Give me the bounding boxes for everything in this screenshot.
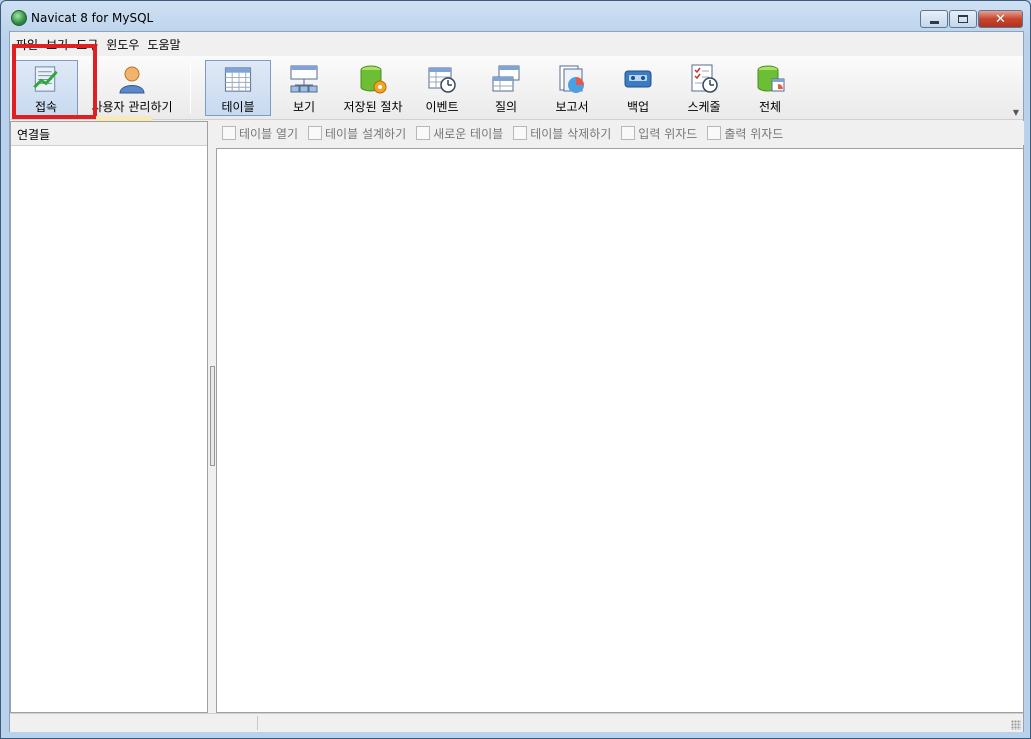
all-icon <box>757 65 785 92</box>
query-icon <box>492 65 520 92</box>
close-button[interactable]: ✕ <box>978 10 1023 28</box>
schedule-icon <box>691 64 718 93</box>
delete-table-button[interactable]: 테이블 삭제하기 <box>513 125 611 142</box>
view-label: 보기 <box>292 100 316 114</box>
user-manager-button[interactable]: 사용자 관리하기 <box>82 60 182 116</box>
highlight-annotation <box>12 44 97 119</box>
minimize-button[interactable] <box>920 10 948 28</box>
table-label: 테이블 <box>221 100 255 114</box>
schedule-label: 스케줄 <box>687 100 721 114</box>
export-wizard-button[interactable]: 출력 위자드 <box>707 125 783 142</box>
menu-bar: 파일 보기 도구 윈도우 도움말 <box>10 32 1023 56</box>
object-list-area[interactable] <box>216 148 1024 713</box>
user-icon <box>119 66 145 94</box>
report-button[interactable]: 보고서 <box>540 60 604 116</box>
view-icon <box>290 65 318 93</box>
object-toolbar: 테이블 열기 테이블 설계하기 새로운 테이블 테이블 삭제하기 입력 위자드 … <box>216 121 1024 145</box>
backup-icon <box>624 70 652 88</box>
splitter-grip[interactable] <box>210 366 215 466</box>
import-wizard-button[interactable]: 입력 위자드 <box>621 125 697 142</box>
import-wizard-label: 입력 위자드 <box>638 126 698 141</box>
title-bar[interactable]: Navicat 8 for MySQL ✕ <box>1 1 1030 31</box>
open-table-label: 테이블 열기 <box>239 126 299 141</box>
view-button[interactable]: 보기 <box>274 60 334 116</box>
maximize-button[interactable] <box>949 10 977 28</box>
minimize-icon <box>929 20 939 24</box>
main-toolbar: 접속 사용자 관리하기 테이블 보기 저장된 절차 이벤트 질의 보고서 백업 … <box>10 56 1023 120</box>
query-button[interactable]: 질의 <box>476 60 536 116</box>
event-label: 이벤트 <box>425 100 459 114</box>
status-cell <box>10 716 258 730</box>
maximize-icon <box>958 15 968 23</box>
connections-header: 연결들 <box>11 122 207 146</box>
panel-splitter[interactable] <box>209 121 216 713</box>
app-window: Navicat 8 for MySQL ✕ 파일 보기 도구 윈도우 도움말 접… <box>0 0 1031 739</box>
report-icon <box>559 65 584 93</box>
menu-help[interactable]: 도움말 <box>143 36 184 53</box>
menu-window[interactable]: 윈도우 <box>102 36 143 53</box>
all-button[interactable]: 전체 <box>740 60 800 116</box>
design-table-icon <box>308 126 323 140</box>
status-bar <box>10 713 1023 732</box>
stored-procedure-button[interactable]: 저장된 절차 <box>338 60 408 116</box>
client-area: 파일 보기 도구 윈도우 도움말 접속 사용자 관리하기 테이블 보기 저장된 … <box>9 31 1024 732</box>
schedule-button[interactable]: 스케줄 <box>672 60 736 116</box>
design-table-button[interactable]: 테이블 설계하기 <box>308 125 406 142</box>
toolbar-overflow-icon[interactable]: ▼ <box>1013 108 1019 117</box>
new-table-label: 새로운 테이블 <box>433 126 504 141</box>
event-icon <box>428 67 456 93</box>
design-table-label: 테이블 설계하기 <box>325 126 407 141</box>
close-icon: ✕ <box>995 11 1006 27</box>
open-table-button[interactable]: 테이블 열기 <box>222 125 298 142</box>
open-table-icon <box>222 126 236 140</box>
stored-procedure-label: 저장된 절차 <box>343 100 403 114</box>
user-manager-label: 사용자 관리하기 <box>91 100 173 114</box>
backup-label: 백업 <box>626 100 650 114</box>
backup-button[interactable]: 백업 <box>608 60 668 116</box>
resize-grip-icon[interactable] <box>1011 720 1021 730</box>
navicat-logo-icon <box>11 10 27 26</box>
connections-panel: 연결들 <box>10 121 208 713</box>
event-button[interactable]: 이벤트 <box>412 60 472 116</box>
window-title: Navicat 8 for MySQL <box>31 11 154 25</box>
all-label: 전체 <box>758 100 782 114</box>
delete-table-label: 테이블 삭제하기 <box>530 126 612 141</box>
table-icon <box>224 67 252 92</box>
import-wizard-icon <box>621 126 636 140</box>
new-table-button[interactable]: 새로운 테이블 <box>416 125 503 142</box>
delete-table-icon <box>513 126 528 140</box>
export-wizard-label: 출력 위자드 <box>724 126 784 141</box>
toolbar-separator <box>190 62 191 114</box>
query-label: 질의 <box>494 100 518 114</box>
report-label: 보고서 <box>555 100 589 114</box>
stored-procedure-icon <box>360 65 387 94</box>
table-button[interactable]: 테이블 <box>205 60 271 116</box>
new-table-icon <box>416 126 431 140</box>
export-wizard-icon <box>707 126 722 140</box>
